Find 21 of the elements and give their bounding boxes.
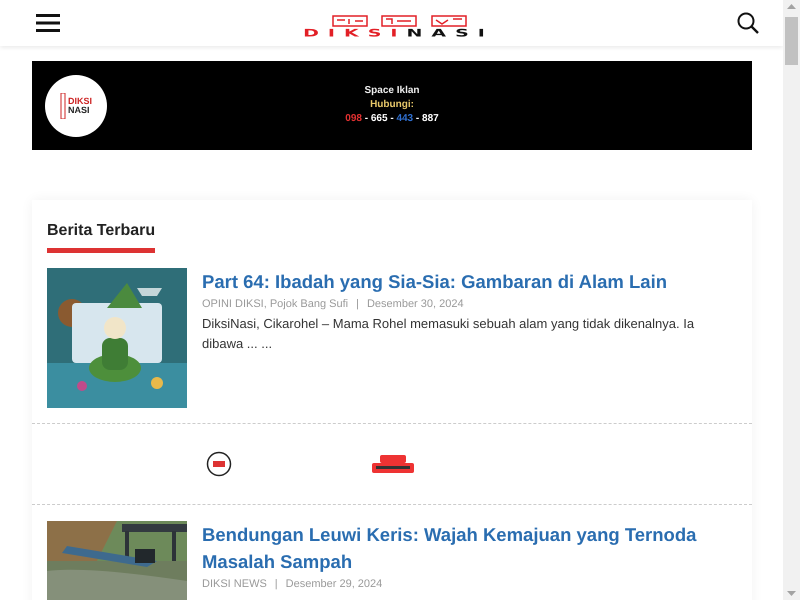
ad-subtitle: Hubungi:: [369, 98, 415, 112]
logo-ad-icon[interactable]: [206, 451, 232, 477]
article-categories[interactable]: OPINI DIKSI, Pojok Bang Sufi: [202, 298, 348, 310]
article-title[interactable]: Bendungan Leuwi Keris: Wajah Kemajuan yang Ternoda Masalah Sampah: [202, 521, 737, 575]
meta-separator: |: [356, 298, 359, 310]
site-logo[interactable]: DIKSI NASI: [303, 28, 494, 38]
meta-separator: |: [274, 578, 278, 590]
search-icon[interactable]: [737, 12, 759, 34]
pictogram-icon: [60, 92, 66, 118]
article-excerpt: DiksiNasi, Cikarohel – Mama Rohel memasuki sebuah alam yang tidak dikenalnya. Ia dibawa ... ...: [202, 315, 696, 353]
article-date: Desember 30, 2024: [366, 298, 464, 310]
section-title: Berita Terbaru: [47, 222, 156, 253]
menu-icon[interactable]: [36, 14, 60, 32]
ad-banner[interactable]: DIKSI NASI Space Iklan Hubungi: 098 - 665 - 443 - 887: [32, 61, 752, 150]
ad-title: Space Iklan: [363, 84, 421, 98]
logo-text: DIKSI NASI: [68, 96, 92, 114]
phone-number: 098 - 665 - 443 - 887: [344, 112, 440, 126]
article-title[interactable]: Part 64: Ibadah yang Sia-Sia: Gambaran di Alam Lain: [202, 268, 737, 295]
article-date: Desember 29, 2024: [286, 578, 382, 590]
banner-ad-icon[interactable]: [372, 455, 414, 473]
article-categories[interactable]: DIKSI NEWS: [202, 578, 267, 590]
